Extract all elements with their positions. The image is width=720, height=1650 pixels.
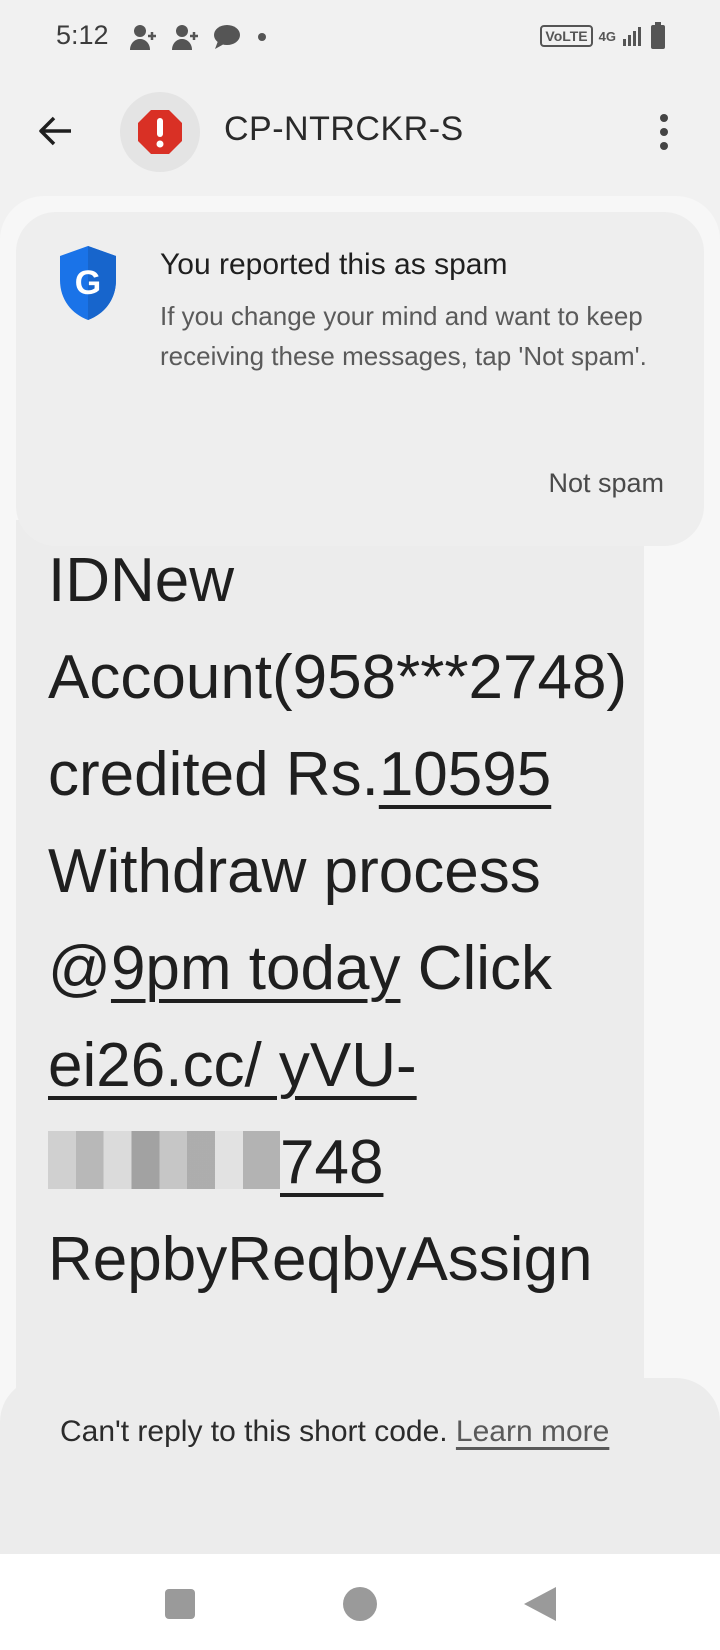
recents-button[interactable] — [158, 1582, 202, 1626]
conversation-area: IDNew Account(958***2748) credited Rs.10… — [0, 196, 720, 1580]
message-segment: Click — [400, 934, 553, 1003]
google-shield-icon: G — [60, 246, 116, 320]
url-end: 748 — [280, 1128, 384, 1197]
message-segment: RepbyReqbyAssign — [48, 1225, 593, 1294]
dot-icon — [258, 33, 266, 41]
back-arrow-icon — [39, 116, 71, 146]
reply-disabled-footer: Can't reply to this short code. Learn mo… — [0, 1378, 720, 1554]
square-icon — [165, 1589, 195, 1619]
network-label: 4G — [598, 28, 616, 44]
learn-more-link[interactable]: Learn more — [456, 1415, 609, 1448]
circle-icon — [343, 1587, 377, 1621]
redacted-pixelation — [48, 1131, 280, 1189]
url-start: ei26.cc/ yVU- — [48, 1031, 417, 1100]
navigation-bar — [0, 1554, 720, 1650]
avatar[interactable] — [120, 92, 200, 172]
conversation-title: CP-NTRCKR-S — [224, 110, 464, 148]
more-vert-icon — [660, 114, 668, 150]
status-time: 5:12 — [56, 20, 109, 50]
battery-icon — [651, 22, 665, 49]
svg-text:G: G — [75, 264, 101, 302]
url-link[interactable]: ei26.cc/ yVU- 748 — [48, 1031, 417, 1197]
more-options-button[interactable] — [644, 104, 684, 160]
status-bar: 5:12 VoLTE 4G — [0, 0, 720, 74]
person-add-icon — [130, 25, 156, 50]
spam-alert-icon — [138, 110, 182, 154]
message-text: IDNew Account(958***2748) credited Rs.10… — [48, 532, 638, 1308]
back-button[interactable] — [30, 106, 80, 156]
notification-icons — [128, 22, 272, 52]
amount-link[interactable]: 10595 — [379, 740, 551, 809]
volte-badge: VoLTE — [540, 25, 593, 47]
time-link[interactable]: 9pm today — [111, 934, 401, 1003]
system-back-button[interactable] — [518, 1582, 562, 1626]
reply-disabled-text: Can't reply to this short code. Learn mo… — [60, 1408, 660, 1456]
signal-icon — [623, 27, 641, 46]
spam-notice-card: G You reported this as spam If you chang… — [16, 212, 704, 546]
person-add-icon — [172, 25, 198, 50]
triangle-back-icon — [524, 1587, 556, 1621]
spam-notice-description: If you change your mind and want to keep… — [160, 301, 647, 371]
home-button[interactable] — [338, 1582, 382, 1626]
footer-message: Can't reply to this short code. — [60, 1415, 456, 1448]
spam-notice-title: You reported this as spam — [160, 248, 508, 281]
chat-bubble-icon — [214, 25, 240, 49]
system-indicators: VoLTE 4G — [540, 22, 666, 50]
app-bar: CP-NTRCKR-S — [0, 74, 720, 186]
not-spam-button[interactable]: Not spam — [548, 468, 664, 499]
